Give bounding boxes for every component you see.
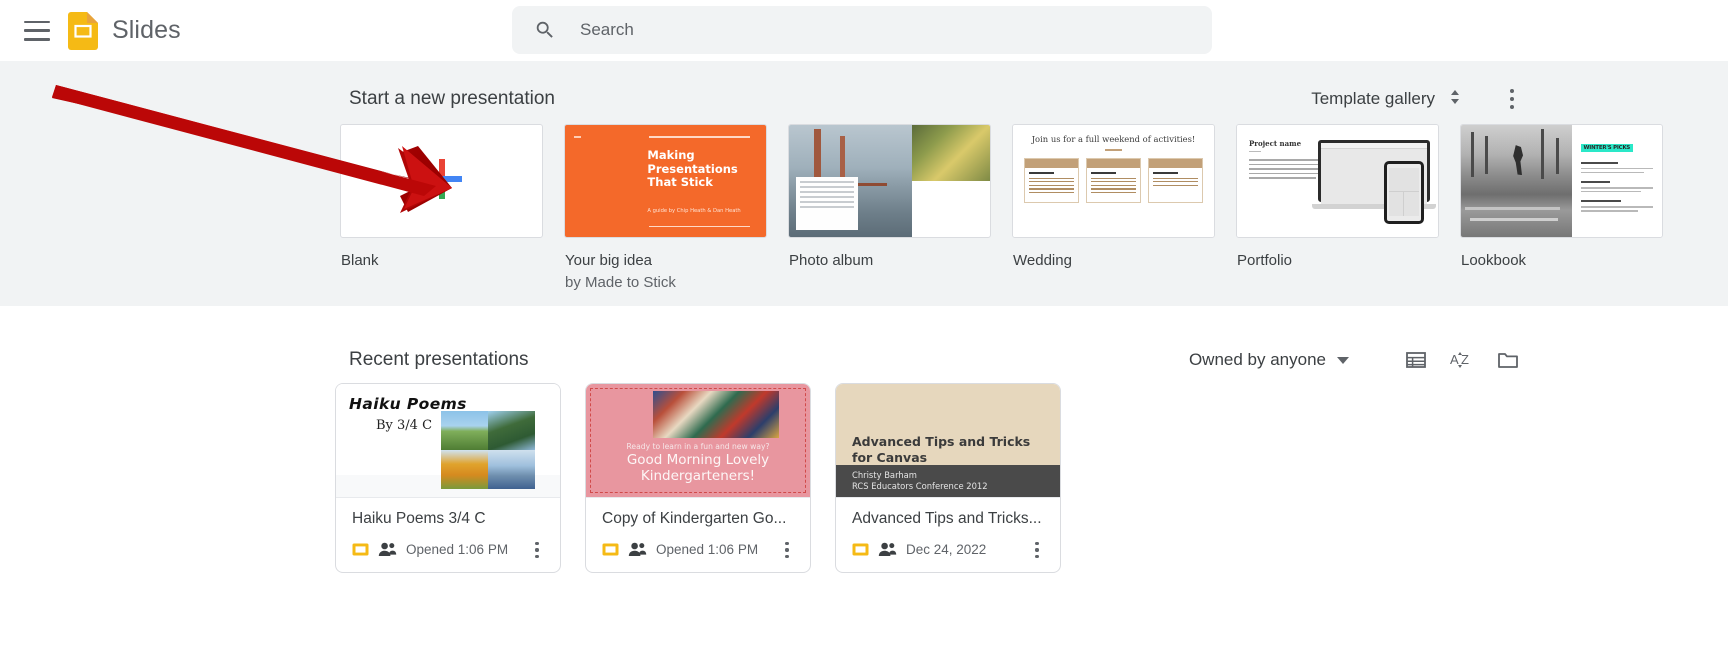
document-timestamp: Dec 24, 2022 <box>906 541 987 557</box>
template-thumb-credit: A guide by Chip Heath & Dan Heath <box>647 208 741 214</box>
shared-people-icon <box>628 541 647 558</box>
app-title: Slides <box>112 16 181 44</box>
panel-more-options-icon[interactable] <box>1495 82 1529 116</box>
chevron-up-down-icon <box>1447 87 1463 112</box>
google-slides-logo-icon <box>68 11 98 50</box>
recent-documents-grid: Haiku Poems By 3/4 C Haiku Poems 3/4 C O… <box>335 383 1061 573</box>
document-subinfo: Opened 1:06 PM <box>602 538 796 560</box>
search-box[interactable] <box>512 6 1212 54</box>
list-view-icon[interactable] <box>1395 339 1437 381</box>
search-input[interactable] <box>578 6 1212 54</box>
template-thumb-title: Making Presentations That Stick <box>647 148 738 189</box>
template-card-wedding[interactable]: Join us for a full weekend of activities… <box>1012 124 1215 292</box>
template-name: Portfolio <box>1237 252 1293 269</box>
template-thumbnail: Join us for a full weekend of activities… <box>1012 124 1215 238</box>
thumb-event: RCS Educators Conference 2012 <box>852 481 988 491</box>
start-new-presentation-panel: Start a new presentation Template galler… <box>0 61 1728 306</box>
document-meta: Haiku Poems 3/4 C Opened 1:06 PM <box>336 498 560 572</box>
recent-header-actions: Owned by anyone A Z <box>1183 339 1529 381</box>
shared-people-icon <box>878 541 897 558</box>
template-gallery-button[interactable]: Template gallery <box>1305 83 1469 116</box>
template-name: Blank <box>341 252 379 269</box>
search-bar <box>512 6 1212 54</box>
document-thumbnail: Advanced Tips and Tricks for Canvas Chri… <box>836 384 1060 498</box>
template-card-lookbook[interactable]: WINTER'S PICKS Lookbook <box>1460 124 1663 292</box>
document-more-options-icon[interactable] <box>774 537 800 563</box>
svg-text:Z: Z <box>1461 352 1469 367</box>
document-more-options-icon[interactable] <box>524 537 550 563</box>
thumb-title: Good Morning Lovely Kindergarteners! <box>626 452 770 484</box>
document-meta: Advanced Tips and Tricks... Dec 24, 2022 <box>836 498 1060 572</box>
template-name: Wedding <box>1013 252 1072 269</box>
document-meta: Copy of Kindergarten Go... Opened 1:06 P… <box>586 498 810 572</box>
google-slides-home: Slides Start a new presentation Template… <box>0 0 1728 665</box>
template-list: Blank Making Presentations That Stick A … <box>340 124 1663 292</box>
section-title-start-new: Start a new presentation <box>349 88 555 109</box>
template-card-blank[interactable]: Blank <box>340 124 543 292</box>
template-subtitle: by Made to Stick <box>565 274 676 291</box>
template-thumb-title: Join us for a full weekend of activities… <box>1031 134 1196 144</box>
shared-people-icon <box>378 541 397 558</box>
top-app-bar: Slides <box>0 0 1728 62</box>
recent-presentations-header: Recent presentations Owned by anyone A Z <box>349 345 1529 375</box>
plus-icon <box>418 155 466 208</box>
template-gallery-label: Template gallery <box>1311 89 1435 108</box>
sort-az-icon[interactable]: A Z <box>1441 339 1483 381</box>
document-title: Advanced Tips and Tricks... <box>852 510 1042 527</box>
thumb-subtitle: By 3/4 C <box>376 418 433 433</box>
document-card[interactable]: Haiku Poems By 3/4 C Haiku Poems 3/4 C O… <box>335 383 561 573</box>
document-timestamp: Opened 1:06 PM <box>656 541 759 557</box>
template-name: Photo album <box>789 252 874 269</box>
thumb-subtitle: Ready to learn in a fun and new way? <box>626 442 770 451</box>
document-subinfo: Opened 1:06 PM <box>352 538 546 560</box>
document-timestamp: Opened 1:06 PM <box>406 541 509 557</box>
document-thumbnail: Ready to learn in a fun and new way? Goo… <box>586 384 810 498</box>
svg-text:A: A <box>1450 352 1459 367</box>
folder-icon[interactable] <box>1487 339 1529 381</box>
document-more-options-icon[interactable] <box>1024 537 1050 563</box>
panel-header: Start a new presentation Template galler… <box>349 85 1529 113</box>
template-thumbnail: Making Presentations That Stick A guide … <box>564 124 767 238</box>
thumb-title: Advanced Tips and Tricks for Canvas <box>852 434 1031 465</box>
document-card[interactable]: Ready to learn in a fun and new way? Goo… <box>585 383 811 573</box>
document-title: Haiku Poems 3/4 C <box>352 510 486 527</box>
caret-down-icon <box>1337 356 1349 364</box>
owner-filter-label: Owned by anyone <box>1188 350 1326 369</box>
template-thumbnail <box>340 124 543 238</box>
panel-header-actions: Template gallery <box>1305 82 1529 116</box>
section-title-recent: Recent presentations <box>349 349 529 370</box>
slides-file-icon <box>352 541 369 558</box>
template-thumbnail: WINTER'S PICKS <box>1460 124 1663 238</box>
template-thumbnail <box>788 124 991 238</box>
template-card-photo-album[interactable]: Photo album <box>788 124 991 292</box>
template-name: Lookbook <box>1461 252 1527 269</box>
document-subinfo: Dec 24, 2022 <box>852 538 1046 560</box>
template-thumb-title: WINTER'S PICKS <box>1580 144 1634 152</box>
template-card-portfolio[interactable]: Project name Portfolio <box>1236 124 1439 292</box>
slides-file-icon <box>852 541 869 558</box>
hamburger-menu-icon[interactable] <box>24 19 50 43</box>
template-card-your-big-idea[interactable]: Making Presentations That Stick A guide … <box>564 124 767 292</box>
owner-filter-dropdown[interactable]: Owned by anyone <box>1183 346 1355 374</box>
template-name: Your big idea <box>565 252 653 269</box>
document-card[interactable]: Advanced Tips and Tricks for Canvas Chri… <box>835 383 1061 573</box>
thumb-author: Christy Barham <box>852 470 917 480</box>
document-thumbnail: Haiku Poems By 3/4 C <box>336 384 560 498</box>
document-title: Copy of Kindergarten Go... <box>602 510 787 527</box>
search-icon <box>534 19 556 41</box>
slides-file-icon <box>602 541 619 558</box>
template-thumbnail: Project name <box>1236 124 1439 238</box>
